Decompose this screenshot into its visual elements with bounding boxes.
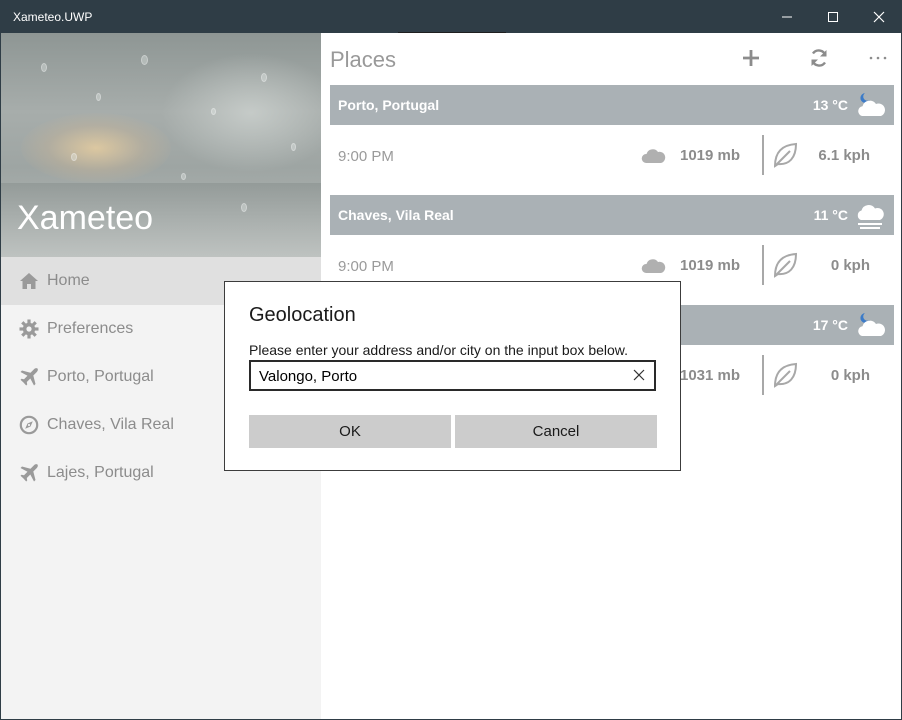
divider	[762, 245, 764, 285]
place-wind: 0 kph	[830, 367, 870, 384]
leaf-icon	[773, 142, 798, 168]
address-field[interactable]	[249, 360, 656, 391]
window-title: Xameteo.UWP	[13, 10, 93, 24]
partly-cloudy-night-icon	[858, 93, 885, 116]
address-input[interactable]	[259, 366, 619, 386]
minimize-button[interactable]	[764, 1, 810, 33]
plus-icon	[743, 50, 759, 66]
divider	[762, 355, 764, 395]
page-title: Places	[330, 47, 397, 72]
sidebar-item-label: Preferences	[47, 320, 134, 337]
partly-cloudy-night-icon	[858, 313, 885, 336]
place-pressure: 1031 mb	[680, 367, 741, 384]
airplane-icon	[20, 368, 38, 386]
place-temperature: 13 °C	[812, 97, 848, 113]
place-header[interactable]: Chaves, Vila Real 11 °C	[330, 195, 894, 235]
close-button[interactable]	[856, 1, 901, 33]
sidebar-item-label: Home	[47, 272, 90, 289]
sidebar-item-label: Porto, Portugal	[47, 368, 154, 385]
title-bar[interactable]: Xameteo.UWP	[1, 1, 901, 33]
cloud-icon	[641, 259, 666, 273]
close-icon	[873, 11, 885, 23]
ok-button[interactable]: OK	[249, 415, 451, 448]
cloud-icon	[641, 149, 666, 163]
place-time: 9:00 PM	[338, 258, 394, 275]
add-place-button[interactable]	[731, 45, 771, 71]
place-name: Porto, Portugal	[338, 97, 440, 113]
place-pressure: 1019 mb	[680, 147, 741, 164]
place-temperature: 17 °C	[812, 317, 848, 333]
place-name: Chaves, Vila Real	[338, 207, 454, 223]
app-window: Xameteo.UWP Xameteo Home Preferences Por…	[0, 0, 902, 720]
cancel-button[interactable]: Cancel	[455, 415, 657, 448]
dialog-message: Please enter your address and/or city on…	[249, 342, 629, 358]
leaf-icon	[773, 362, 798, 388]
airplane-icon	[20, 464, 38, 482]
compass-icon	[19, 415, 39, 435]
divider	[762, 135, 764, 175]
place-temperature: 11 °C	[813, 207, 848, 223]
hero-image: Xameteo	[1, 33, 321, 257]
more-button[interactable]	[858, 45, 898, 71]
refresh-icon	[811, 49, 827, 67]
geolocation-dialog: Geolocation Please enter your address an…	[224, 281, 681, 471]
sidebar-item-label: Chaves, Vila Real	[47, 416, 174, 433]
fog-icon	[857, 205, 884, 229]
place-pressure: 1019 mb	[680, 257, 741, 274]
maximize-icon	[828, 12, 838, 22]
gear-icon	[19, 319, 39, 339]
refresh-button[interactable]	[799, 45, 839, 71]
clear-icon[interactable]	[632, 368, 646, 382]
sidebar-item-label: Lajes, Portugal	[47, 464, 154, 481]
place-header[interactable]: Porto, Portugal 13 °C	[330, 85, 894, 125]
leaf-icon	[773, 252, 798, 278]
dialog-title: Geolocation	[249, 304, 356, 326]
place-card[interactable]: Porto, Portugal 13 °C 9:00 PM 1019 mb 6.…	[330, 85, 894, 195]
app-name: Xameteo	[17, 199, 154, 237]
place-time: 9:00 PM	[338, 148, 394, 165]
minimize-icon	[782, 16, 792, 18]
maximize-button[interactable]	[810, 1, 856, 33]
home-icon	[20, 273, 38, 289]
place-wind: 0 kph	[830, 257, 870, 274]
more-icon	[869, 56, 887, 60]
place-wind: 6.1 kph	[818, 147, 870, 164]
